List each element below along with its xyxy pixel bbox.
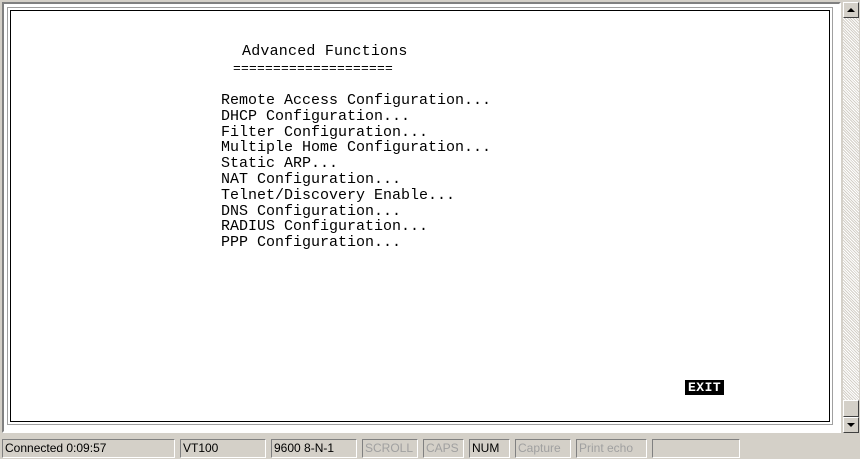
scroll-up-button[interactable] [843,2,859,18]
status-extra [652,439,740,458]
status-scroll: SCROLL [362,439,418,458]
status-port-settings: 9600 8-N-1 [271,439,357,458]
menu-item-multiple-home[interactable]: Multiple Home Configuration... [221,140,491,156]
status-num: NUM [469,439,510,458]
arrow-up-icon [847,8,855,12]
vertical-scrollbar[interactable] [843,2,859,433]
menu-item-ppp[interactable]: PPP Configuration... [221,235,491,251]
status-print-echo: Print echo [576,439,647,458]
exit-button[interactable]: EXIT [685,380,725,395]
arrow-down-icon [847,423,855,427]
menu-item-static-arp[interactable]: Static ARP... [221,156,491,172]
title-underline: ==================== [233,61,394,76]
scroll-down-button[interactable] [843,417,859,433]
page-title: Advanced Functions [242,43,408,60]
status-emulation: VT100 [180,439,266,458]
status-caps: CAPS [423,439,464,458]
menu-item-telnet-discovery[interactable]: Telnet/Discovery Enable... [221,187,491,204]
advanced-functions-menu: Remote Access Configuration... DHCP Conf… [221,93,491,251]
status-bar: Connected 0:09:57 VT100 9600 8-N-1 SCROL… [0,437,860,459]
menu-item-filter[interactable]: Filter Configuration... [221,124,491,141]
hyperterminal-window: Advanced Functions ==================== … [0,0,860,459]
menu-item-remote-access[interactable]: Remote Access Configuration... [221,93,491,109]
menu-item-dhcp[interactable]: DHCP Configuration... [221,108,491,125]
menu-item-nat[interactable]: NAT Configuration... [221,172,491,188]
terminal-screen[interactable]: Advanced Functions ==================== … [2,2,841,433]
menu-item-radius[interactable]: RADIUS Configuration... [221,219,491,235]
menu-item-dns[interactable]: DNS Configuration... [221,203,491,220]
scroll-thumb[interactable] [843,400,859,417]
status-connected: Connected 0:09:57 [2,439,175,458]
status-capture: Capture [515,439,571,458]
